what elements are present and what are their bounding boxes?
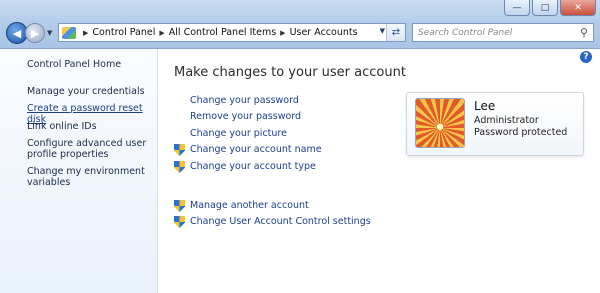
main-content: ? Make changes to your user account Chan… bbox=[158, 49, 600, 293]
user-role: Administrator bbox=[474, 115, 539, 126]
search-icon[interactable]: ⚲ bbox=[580, 26, 588, 39]
user-account-card: Lee Administrator Password protected bbox=[406, 92, 584, 156]
sidebar-item-control-panel-home[interactable]: Control Panel Home bbox=[27, 59, 152, 70]
user-name: Lee bbox=[474, 99, 496, 113]
close-icon[interactable]: ✕ bbox=[560, 0, 596, 16]
address-dropdown-icon[interactable]: ▼ bbox=[380, 27, 385, 35]
manage-another-account-link[interactable]: Manage another account bbox=[190, 200, 309, 211]
change-picture-link[interactable]: Change your picture bbox=[190, 128, 287, 139]
minimize-icon[interactable]: — bbox=[504, 0, 530, 16]
page-title: Make changes to your user account bbox=[174, 65, 406, 80]
change-account-type-link[interactable]: Change your account type bbox=[190, 161, 316, 172]
navigation-buttons: ◀ ▶ ▼ bbox=[6, 22, 52, 44]
refresh-icon[interactable]: ⇄ bbox=[386, 24, 405, 41]
maximize-icon[interactable]: □ bbox=[532, 0, 558, 16]
password-status: Password protected bbox=[474, 127, 568, 138]
breadcrumb-all-items[interactable]: All Control Panel Items bbox=[169, 27, 276, 38]
search-input[interactable] bbox=[418, 27, 568, 38]
search-box[interactable]: ⚲ bbox=[412, 23, 594, 42]
breadcrumb-separator-icon[interactable]: ▶ bbox=[83, 29, 88, 37]
remove-password-link[interactable]: Remove your password bbox=[190, 111, 301, 122]
breadcrumb-separator-icon[interactable]: ▶ bbox=[159, 29, 164, 37]
change-password-link[interactable]: Change your password bbox=[190, 95, 299, 106]
recent-pages-dropdown-icon[interactable]: ▼ bbox=[47, 29, 52, 37]
sidebar-item-manage-credentials[interactable]: Manage your credentials bbox=[27, 86, 152, 97]
sidebar-item-link-online-ids[interactable]: Link online IDs bbox=[27, 121, 152, 132]
breadcrumb-control-panel[interactable]: Control Panel bbox=[92, 27, 155, 38]
window-controls: — □ ✕ bbox=[504, 0, 596, 16]
change-account-name-link[interactable]: Change your account name bbox=[190, 144, 322, 155]
breadcrumb-user-accounts[interactable]: User Accounts bbox=[290, 27, 358, 38]
task-pane: Control Panel Home Manage your credentia… bbox=[0, 49, 158, 293]
sidebar-item-environment-variables[interactable]: Change my environment variables bbox=[27, 166, 152, 188]
sidebar-item-advanced-profile[interactable]: Configure advanced user profile properti… bbox=[27, 138, 152, 160]
help-icon[interactable]: ? bbox=[580, 51, 592, 63]
control-panel-icon bbox=[62, 26, 76, 39]
breadcrumb-separator-icon[interactable]: ▶ bbox=[280, 29, 285, 37]
uac-shield-icon bbox=[174, 144, 185, 156]
uac-shield-icon bbox=[174, 161, 185, 173]
address-bar[interactable]: ▶ Control Panel ▶ All Control Panel Item… bbox=[58, 23, 406, 42]
uac-settings-link[interactable]: Change User Account Control settings bbox=[190, 216, 371, 227]
avatar[interactable] bbox=[415, 98, 465, 148]
forward-arrow-icon[interactable]: ▶ bbox=[25, 23, 45, 43]
uac-shield-icon bbox=[174, 200, 185, 212]
window-chrome: — □ ✕ ◀ ▶ ▼ ▶ Control Panel ▶ All Contro… bbox=[0, 0, 600, 49]
uac-shield-icon bbox=[174, 216, 185, 228]
